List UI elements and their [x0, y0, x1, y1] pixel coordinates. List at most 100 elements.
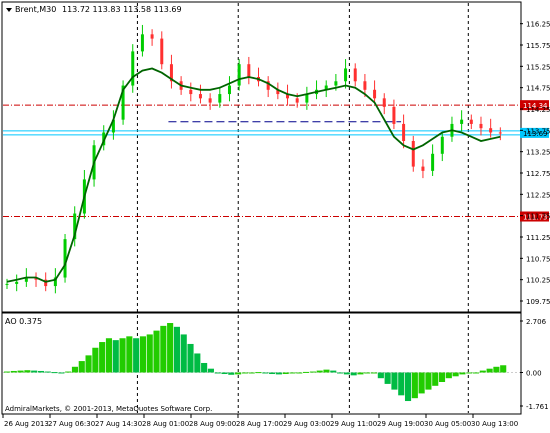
ao-bar: [167, 323, 174, 373]
ao-bar: [370, 372, 378, 374]
price-tick-label: 115.75: [526, 42, 550, 50]
price-tick-label: 116.25: [526, 21, 550, 29]
price-tick-label: 111.75: [526, 213, 550, 221]
price-tick-label: 113.25: [526, 149, 550, 157]
price-tick-label: 113.75: [526, 127, 550, 135]
ao-bar: [3, 371, 11, 373]
ao-bar: [153, 330, 160, 373]
chart-canvas[interactable]: 114.34111.73113.69 116.25115.75115.25114…: [0, 0, 550, 429]
ao-bar: [65, 371, 72, 373]
ao-bar: [391, 372, 398, 390]
ao-bar: [180, 334, 187, 373]
ao-bar: [330, 370, 337, 373]
candle-body: [402, 123, 406, 141]
ao-bar: [119, 338, 126, 373]
time-tick-label: 30 Aug 13:00: [471, 420, 518, 428]
ao-axis: 2.706 0.00 -1.761: [520, 318, 549, 411]
ao-bar: [472, 372, 480, 374]
ao-bar: [337, 372, 344, 374]
main-chart-frame[interactable]: [1, 1, 522, 313]
ao-bar: [262, 372, 269, 374]
ao-bar: [126, 336, 133, 373]
candle-body: [5, 283, 9, 285]
ohlc-values: 113.72 113.83 113.58 113.69: [62, 5, 182, 14]
time-tick-label: 29 Aug 11:00: [330, 420, 377, 428]
ao-bar: [343, 372, 350, 375]
candle-body: [373, 89, 377, 99]
price-tick-label: 110.25: [526, 277, 550, 285]
candle-body: [392, 106, 396, 124]
ao-bar: [133, 338, 140, 373]
trading-chart-window[interactable]: 114.34 111.73 113.69 116.25 115.75 115.25 114…: [0, 0, 550, 429]
ao-bar: [296, 372, 303, 374]
ao-bar: [445, 372, 452, 379]
candle-body: [382, 98, 386, 107]
ao-bar: [364, 372, 371, 374]
ao-bar: [58, 372, 65, 374]
ao-bar: [452, 372, 459, 377]
ao-bar: [173, 326, 180, 373]
candle-body: [189, 89, 193, 95]
candle-body: [344, 68, 348, 82]
ao-bar: [139, 336, 147, 373]
time-tick-label: 28 Aug 01:00: [142, 420, 189, 428]
ao-bar: [201, 362, 208, 373]
price-tick-label: 114.25: [526, 106, 550, 114]
price-tick-label: 114.75: [526, 85, 550, 93]
ao-bar: [228, 372, 235, 375]
ao-bar: [377, 372, 384, 379]
ao-label: AO 0.375: [5, 317, 42, 326]
ao-bar: [309, 371, 316, 373]
ao-bar: [255, 372, 262, 374]
ao-bar: [466, 372, 473, 374]
ao-bar: [248, 372, 255, 374]
time-tick-label: 28 Aug 09:00: [189, 420, 236, 428]
price-tick-label: 112.25: [526, 191, 550, 199]
ao-bar: [221, 372, 228, 375]
candle-body: [440, 136, 444, 154]
candle-body: [198, 94, 202, 99]
ao-bar: [214, 372, 221, 374]
ao-bar: [275, 372, 282, 375]
ao-bar: [323, 369, 330, 373]
candle-body: [479, 123, 483, 129]
ao-bar: [17, 370, 24, 373]
candle-body: [469, 119, 473, 124]
candle-body: [460, 119, 464, 124]
ao-bar: [85, 355, 92, 373]
ao-bar: [269, 372, 276, 375]
candle-body: [295, 98, 299, 103]
ao-bar: [500, 365, 507, 373]
ao-bar: [105, 338, 113, 373]
ao-bar: [357, 372, 364, 375]
ao-bar: [289, 372, 296, 374]
ao-bar: [207, 368, 214, 373]
ao-bar: [438, 372, 446, 383]
time-tick-label: 27 Aug 14:30: [95, 420, 142, 428]
ao-bar: [51, 372, 58, 374]
ao-bar: [282, 372, 289, 375]
ao-bar: [146, 334, 153, 373]
ao-bar: [241, 372, 248, 374]
ao-bar: [425, 372, 432, 390]
candle-body: [237, 64, 241, 86]
candle-body: [63, 239, 67, 278]
candle-body: [363, 81, 367, 90]
ao-bar: [37, 370, 45, 373]
candle-body: [498, 132, 502, 134]
candle-body: [247, 64, 251, 77]
ao-bar: [350, 372, 357, 376]
candle-body: [160, 38, 164, 65]
ao-bar: [71, 366, 79, 373]
copyright-text: AdmiralMarkets, © 2001-2013, MetaQuotes …: [5, 405, 212, 413]
ao-bar: [235, 372, 242, 375]
ao-bar: [303, 371, 310, 373]
candle-body: [489, 128, 493, 133]
ao-bar: [479, 370, 486, 373]
candle-body: [218, 94, 222, 103]
candle-body: [208, 98, 212, 103]
ao-bar: [99, 342, 106, 373]
time-tick-label: 29 Aug 03:00: [283, 420, 330, 428]
ao-bar: [44, 371, 51, 373]
ao-bar: [78, 361, 85, 373]
